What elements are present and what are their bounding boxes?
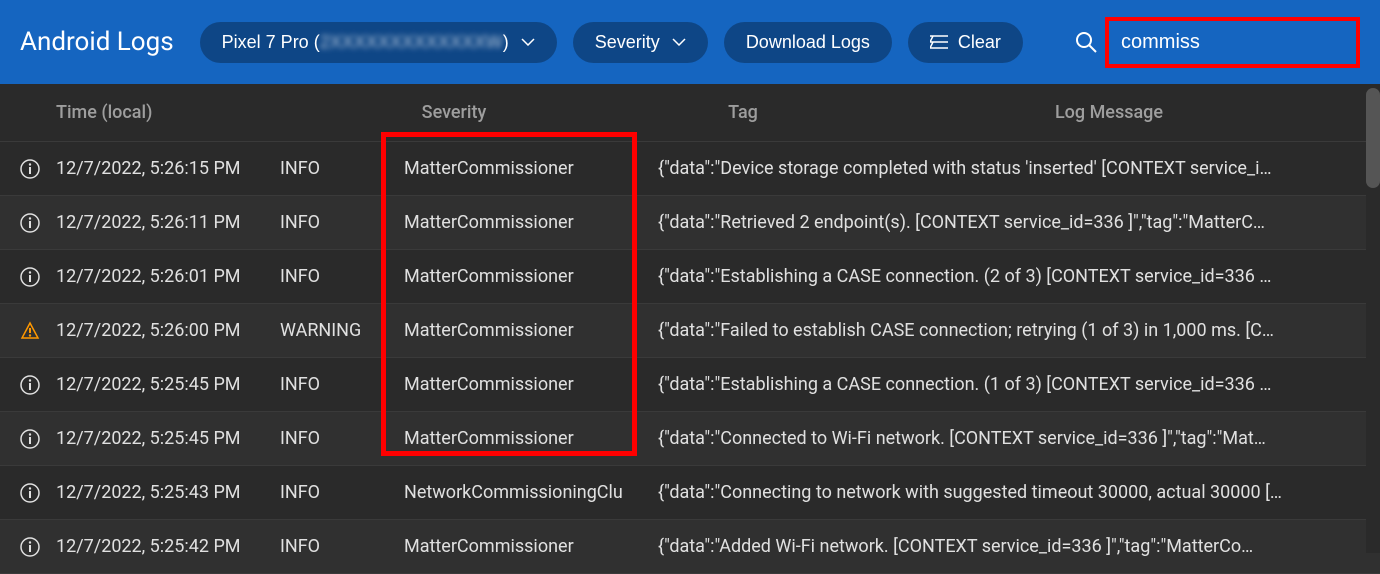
severity-label: Severity bbox=[595, 32, 660, 53]
log-message: {"data":"Added Wi-Fi network. [CONTEXT s… bbox=[658, 536, 1360, 557]
log-message: {"data":"Connected to Wi-Fi network. [CO… bbox=[658, 428, 1360, 449]
warning-icon bbox=[20, 321, 56, 341]
clear-icon bbox=[930, 34, 948, 50]
chevron-down-icon bbox=[672, 38, 686, 46]
download-label: Download Logs bbox=[746, 32, 870, 53]
log-message: {"data":"Establishing a CASE connection.… bbox=[658, 266, 1360, 287]
info-icon bbox=[20, 537, 56, 557]
info-icon bbox=[20, 429, 56, 449]
log-severity: INFO bbox=[280, 482, 404, 503]
log-tag: NetworkCommissioningClu bbox=[404, 482, 658, 503]
download-logs-button[interactable]: Download Logs bbox=[724, 22, 892, 63]
log-message: {"data":"Connecting to network with sugg… bbox=[658, 482, 1360, 503]
log-row[interactable]: 12/7/2022, 5:25:45 PMINFOMatterCommissio… bbox=[0, 412, 1380, 466]
log-tag: MatterCommissioner bbox=[404, 374, 658, 395]
log-rows-container: 12/7/2022, 5:26:15 PMINFOMatterCommissio… bbox=[0, 142, 1380, 574]
log-severity: INFO bbox=[280, 428, 404, 449]
chevron-down-icon bbox=[521, 38, 535, 46]
log-row[interactable]: 12/7/2022, 5:26:11 PMINFOMatterCommissio… bbox=[0, 196, 1380, 250]
log-severity: INFO bbox=[280, 158, 404, 179]
log-tag: MatterCommissioner bbox=[404, 428, 658, 449]
info-icon bbox=[20, 483, 56, 503]
clear-button[interactable]: Clear bbox=[908, 22, 1023, 63]
device-label: Pixel 7 Pro (2XXXXXXXXXXXXXW) bbox=[222, 32, 509, 53]
log-time: 12/7/2022, 5:25:45 PM bbox=[56, 374, 280, 395]
search-icon bbox=[1075, 31, 1097, 53]
column-header-time: Time (local) bbox=[56, 102, 280, 123]
log-message: {"data":"Failed to establish CASE connec… bbox=[658, 320, 1360, 341]
log-severity: INFO bbox=[280, 536, 404, 557]
column-header-severity: Severity bbox=[280, 102, 628, 123]
info-icon bbox=[20, 159, 56, 179]
log-row[interactable]: 12/7/2022, 5:26:00 PMWARNINGMatterCommis… bbox=[0, 304, 1380, 358]
log-time: 12/7/2022, 5:25:43 PM bbox=[56, 482, 280, 503]
column-header-message: Log Message bbox=[858, 102, 1360, 123]
log-tag: MatterCommissioner bbox=[404, 158, 658, 179]
log-row[interactable]: 12/7/2022, 5:25:43 PMINFONetworkCommissi… bbox=[0, 466, 1380, 520]
log-severity: WARNING bbox=[280, 320, 404, 341]
search-wrap bbox=[1075, 17, 1360, 68]
log-tag: MatterCommissioner bbox=[404, 266, 658, 287]
log-time: 12/7/2022, 5:25:45 PM bbox=[56, 428, 280, 449]
log-severity: INFO bbox=[280, 374, 404, 395]
log-time: 12/7/2022, 5:26:00 PM bbox=[56, 320, 280, 341]
log-time: 12/7/2022, 5:26:01 PM bbox=[56, 266, 280, 287]
info-icon bbox=[20, 375, 56, 395]
log-tag: MatterCommissioner bbox=[404, 320, 658, 341]
log-row[interactable]: 12/7/2022, 5:25:45 PMINFOMatterCommissio… bbox=[0, 358, 1380, 412]
log-message: {"data":"Establishing a CASE connection.… bbox=[658, 374, 1360, 395]
severity-filter[interactable]: Severity bbox=[573, 22, 708, 63]
device-selector[interactable]: Pixel 7 Pro (2XXXXXXXXXXXXXW) bbox=[200, 22, 557, 63]
scrollbar[interactable] bbox=[1366, 84, 1380, 553]
log-time: 12/7/2022, 5:26:15 PM bbox=[56, 158, 280, 179]
search-input[interactable] bbox=[1105, 17, 1360, 68]
log-severity: INFO bbox=[280, 212, 404, 233]
log-message: {"data":"Device storage completed with s… bbox=[658, 158, 1360, 179]
page-title: Android Logs bbox=[20, 27, 174, 57]
info-icon bbox=[20, 213, 56, 233]
log-time: 12/7/2022, 5:26:11 PM bbox=[56, 212, 280, 233]
log-row[interactable]: 12/7/2022, 5:26:15 PMINFOMatterCommissio… bbox=[0, 142, 1380, 196]
log-time: 12/7/2022, 5:25:42 PM bbox=[56, 536, 280, 557]
scrollbar-thumb[interactable] bbox=[1366, 88, 1380, 188]
log-tag: MatterCommissioner bbox=[404, 536, 658, 557]
info-icon bbox=[20, 267, 56, 287]
log-row[interactable]: 12/7/2022, 5:26:01 PMINFOMatterCommissio… bbox=[0, 250, 1380, 304]
log-severity: INFO bbox=[280, 266, 404, 287]
header-bar: Android Logs Pixel 7 Pro (2XXXXXXXXXXXXX… bbox=[0, 0, 1380, 84]
log-row[interactable]: 12/7/2022, 5:25:42 PMINFOMatterCommissio… bbox=[0, 520, 1380, 574]
log-message: {"data":"Retrieved 2 endpoint(s). [CONTE… bbox=[658, 212, 1360, 233]
column-header-tag: Tag bbox=[628, 102, 858, 123]
table-header: Time (local) Severity Tag Log Message bbox=[0, 84, 1380, 142]
log-tag: MatterCommissioner bbox=[404, 212, 658, 233]
clear-label: Clear bbox=[958, 32, 1001, 53]
